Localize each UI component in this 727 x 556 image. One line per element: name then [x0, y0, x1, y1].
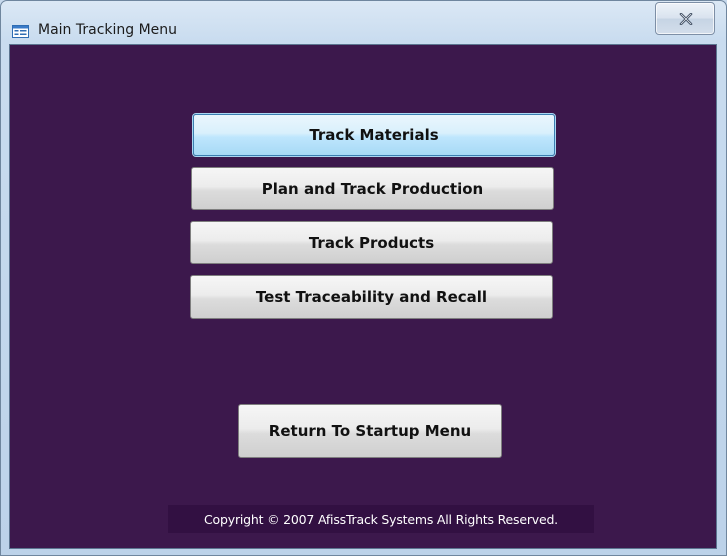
form-icon	[12, 23, 29, 38]
window-title: Main Tracking Menu	[38, 22, 178, 38]
copyright-label: Copyright © 2007 AfissTrack Systems All …	[168, 505, 594, 533]
track-materials-button[interactable]: Track Materials	[193, 114, 555, 156]
main-tracking-menu-window: Main Tracking Menu Track Materials Plan …	[0, 0, 727, 556]
title-bar[interactable]: Main Tracking Menu	[1, 1, 726, 43]
form-body: Track Materials Plan and Track Productio…	[9, 44, 717, 549]
return-to-startup-button[interactable]: Return To Startup Menu	[238, 404, 502, 458]
plan-production-button[interactable]: Plan and Track Production	[191, 167, 554, 210]
track-products-button[interactable]: Track Products	[190, 221, 553, 264]
test-traceability-button[interactable]: Test Traceability and Recall	[190, 275, 553, 319]
close-button[interactable]	[655, 2, 715, 35]
